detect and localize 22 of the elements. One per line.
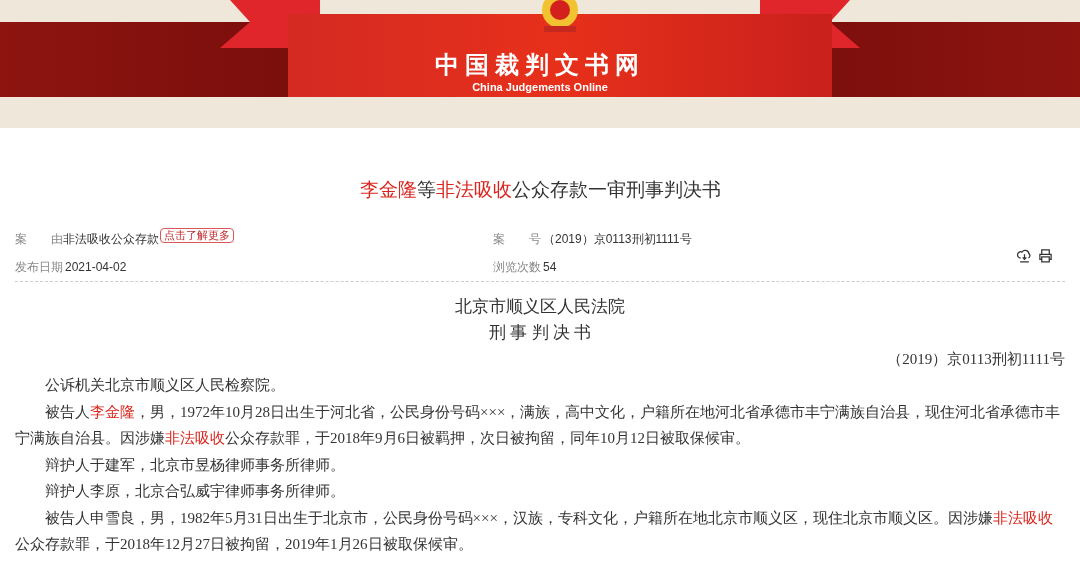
date-label: 发布日期 <box>15 259 64 276</box>
judgment-paragraph: 公诉机关北京市顺义区人民检察院。 <box>44 376 286 395</box>
date-value: 2021-04-02 <box>65 259 127 276</box>
case-number-label: 案 号 <box>493 231 542 248</box>
cause-label: 案 由 <box>15 231 63 248</box>
judgment-paragraph: 被告人申雪良，男，1982年5月31日出生于北京市，公民身份号码×××，汉族，专科文化，户籍所在地北京市顺义区，现住北京市顺义区。因涉嫌非法吸收 公众存款罪，于2018年12月27日被拘留，2019年1月26日被取保候审。 <box>15 508 1054 554</box>
judgment-paragraph: 辩护人于建军，北京市昱杨律师事务所律师。 <box>44 455 346 475</box>
judgment-paragraph: 辩护人李原，北京合弘威宇律师事务所律师。 <box>44 482 346 501</box>
case-number-value: （2019）京0113刑初1111号 <box>543 231 692 248</box>
download-icon[interactable] <box>1017 247 1032 263</box>
judgment-type: 刑 事 判 决 书 <box>489 322 591 344</box>
site-name-english: China Judgements Online <box>472 80 608 94</box>
site-name: 中国裁判文书网 <box>435 50 645 80</box>
views-value: 54 <box>543 259 557 276</box>
cause-value: 非法吸收公众存款 <box>63 231 159 248</box>
judgment-case-number: （2019）京0113刑初1111号 <box>887 350 1065 369</box>
print-icon[interactable] <box>1038 247 1053 263</box>
judgment-paragraph: 被告人李金隆，男，1972年10月28日出生于河北省，公民身份号码×××，满族，高中文化，户籍所在地河北省承德市丰宁满族自治县，现住河北省承德市丰宁满族自治县。因涉嫌非法吸收公众存款罪，于2018年9月6日被羁押，次日被拘留，同年10月12日被取保候审。 <box>15 402 1062 448</box>
document-title: 李金隆等非法吸收公众存款一审刑事判决书 <box>359 178 721 202</box>
learn-more-tag[interactable]: 点击了解更多 <box>160 227 234 243</box>
court-name: 北京市顺义区人民法院 <box>455 296 625 318</box>
views-label: 浏览次数 <box>493 259 542 276</box>
